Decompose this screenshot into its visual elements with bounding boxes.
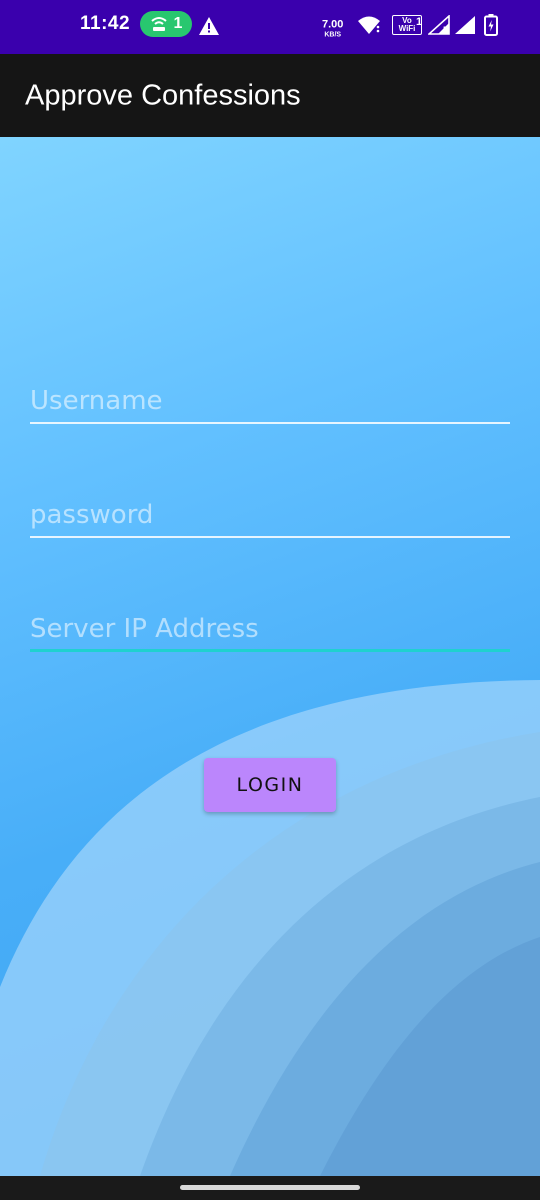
status-time: 11:42 — [80, 13, 131, 34]
battery-charging-icon — [484, 14, 498, 36]
password-underline — [30, 536, 510, 538]
server-ip-underline — [30, 649, 510, 652]
vowifi-sim-number: 1 — [416, 16, 423, 28]
network-speed-value: 7.00 — [322, 18, 344, 31]
network-speed: 7.00 KB/S — [322, 16, 343, 39]
background-waves — [0, 680, 540, 1176]
server-ip-field[interactable] — [30, 608, 510, 650]
server-ip-field-wrapper — [30, 608, 510, 652]
hotspot-indicator: 1 — [140, 11, 192, 37]
screen: 11:42 1 7.00 KB/S Vo WiFi 1 R Approve Co… — [0, 0, 540, 1200]
signal-roaming-icon — [455, 16, 475, 34]
app-bar: Approve Confessions — [0, 54, 540, 137]
home-gesture-handle[interactable] — [180, 1185, 360, 1190]
username-underline — [30, 422, 510, 424]
roaming-indicator: R — [443, 25, 450, 35]
vowifi-label: Vo WiFi — [398, 16, 416, 33]
page-title: Approve Confessions — [25, 79, 301, 112]
login-button[interactable]: LOGIN — [204, 758, 336, 812]
hotspot-count: 1 — [173, 15, 183, 32]
network-speed-unit: KB/S — [324, 31, 342, 39]
navigation-bar — [0, 1176, 540, 1200]
warning-icon — [199, 17, 219, 35]
username-field[interactable] — [30, 380, 510, 422]
wifi-hotspot-icon — [150, 17, 167, 31]
status-bar: 11:42 1 7.00 KB/S Vo WiFi 1 R — [0, 0, 540, 54]
wifi-icon — [358, 16, 380, 34]
login-screen: LOGIN — [0, 137, 540, 1176]
password-field-wrapper — [30, 494, 510, 538]
username-field-wrapper — [30, 380, 510, 424]
password-field[interactable] — [30, 494, 510, 536]
